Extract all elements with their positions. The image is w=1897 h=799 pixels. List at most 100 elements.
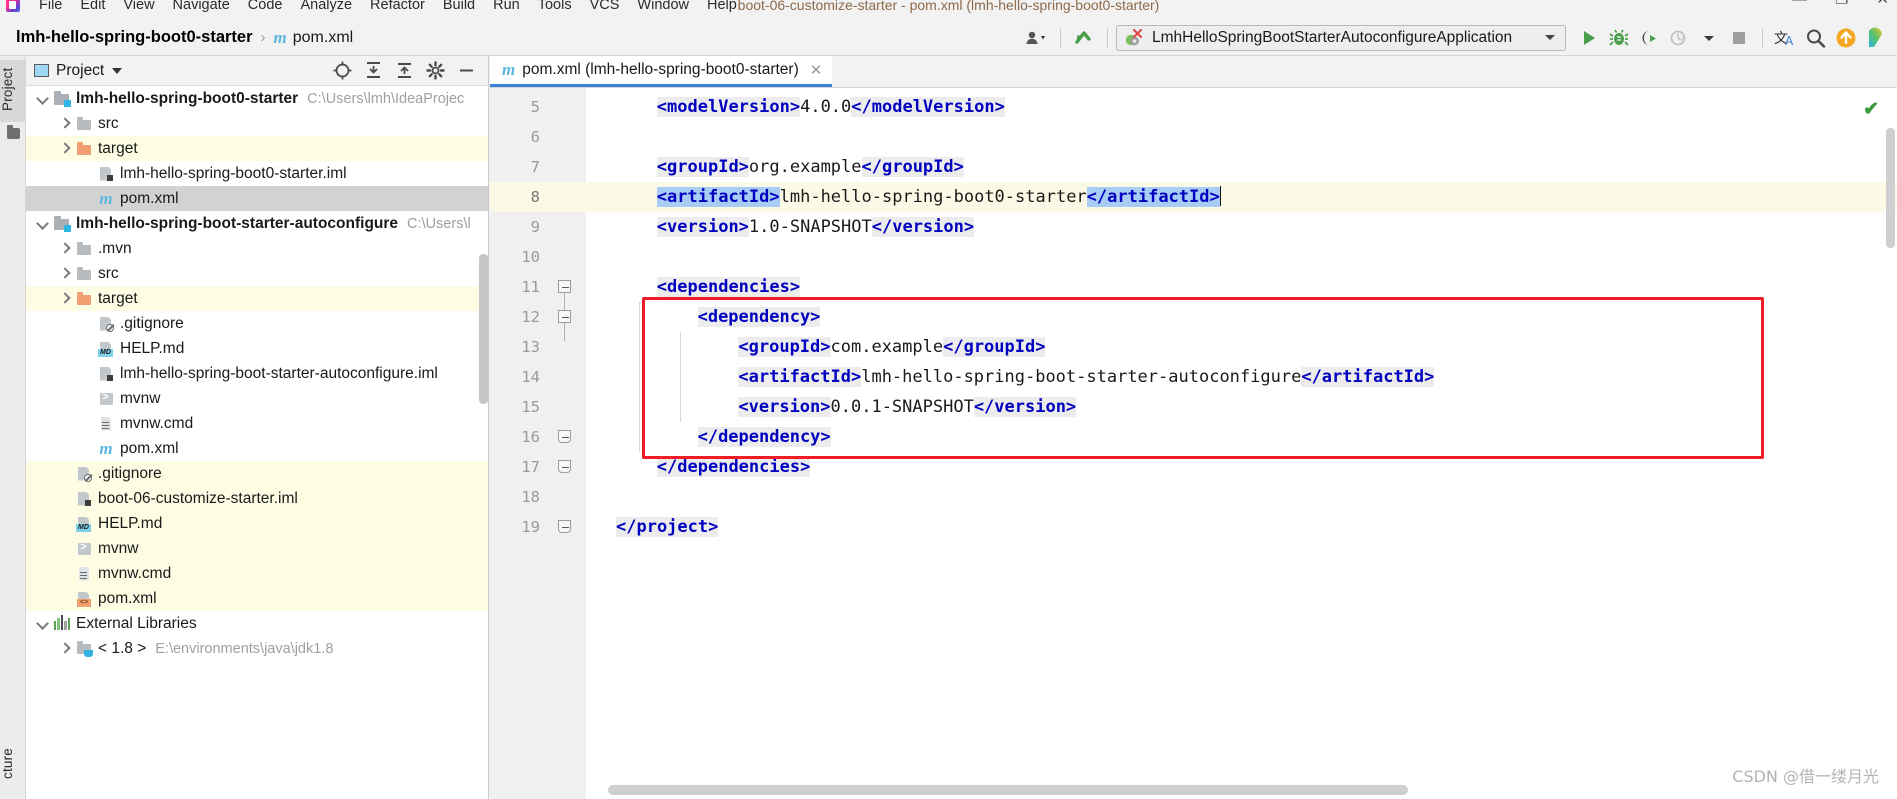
editor-code[interactable]: <modelVersion>4.0.0</modelVersion> <group… bbox=[586, 88, 1897, 799]
tree-item-help-md[interactable]: MD HELP.md bbox=[26, 336, 488, 361]
tree-item-mvnw-cmd[interactable]: mvnw.cmd bbox=[26, 411, 488, 436]
menu-help[interactable]: Help bbox=[698, 0, 746, 17]
breadcrumb[interactable]: lmh-hello-spring-boot0-starter › m pom.x… bbox=[16, 28, 353, 48]
collapse-all-icon[interactable] bbox=[395, 61, 414, 80]
stop-icon[interactable] bbox=[1724, 24, 1754, 52]
chevron-right-icon[interactable] bbox=[58, 242, 71, 255]
tree-item-pom-xml[interactable]: m pom.xml bbox=[26, 186, 488, 211]
project-tree[interactable]: lmh-hello-spring-boot0-starter C:\Users\l… bbox=[26, 86, 488, 799]
code-editor[interactable]: 5 6 7 8 9 10 11 12 13 14 15 16 17 18 19 <modelVersion>… bbox=[490, 88, 1897, 799]
code-fold-end-icon[interactable] bbox=[558, 520, 572, 534]
chevron-right-icon[interactable] bbox=[58, 117, 71, 130]
tree-item--1-8-[interactable]: < 1.8 > E:\environments\java\jdk1.8 bbox=[26, 636, 488, 661]
tree-item--mvn[interactable]: .mvn bbox=[26, 236, 488, 261]
plugin-icon[interactable] bbox=[1861, 24, 1891, 52]
menu-edit[interactable]: Edit bbox=[71, 0, 114, 17]
tree-item-mvnw[interactable]: mvnw bbox=[26, 536, 488, 561]
code-line[interactable] bbox=[586, 122, 1897, 152]
menu-navigate[interactable]: Navigate bbox=[164, 0, 239, 17]
close-icon[interactable]: ✕ bbox=[810, 61, 823, 79]
code-line[interactable] bbox=[586, 242, 1897, 272]
code-line[interactable]: </dependency> bbox=[586, 422, 1897, 452]
editor-scrollbar-vertical[interactable] bbox=[1886, 128, 1895, 248]
menu-build[interactable]: Build bbox=[434, 0, 484, 17]
code-line[interactable]: <groupId>com.example</groupId> bbox=[586, 332, 1897, 362]
tree-item-pom-xml[interactable]: <> pom.xml bbox=[26, 586, 488, 611]
tree-item-external-libraries[interactable]: External Libraries bbox=[26, 611, 488, 636]
code-line[interactable] bbox=[586, 482, 1897, 512]
editor-scrollbar-horizontal[interactable] bbox=[586, 785, 1657, 795]
expand-all-icon[interactable] bbox=[364, 61, 383, 80]
user-dropdown-icon[interactable] bbox=[1022, 24, 1052, 52]
tree-item--gitignore[interactable]: .gitignore bbox=[26, 311, 488, 336]
run-with-coverage-icon[interactable] bbox=[1634, 24, 1664, 52]
chevron-down-icon[interactable] bbox=[36, 617, 49, 630]
code-line[interactable]: <version>1.0-SNAPSHOT</version> bbox=[586, 212, 1897, 242]
scrollbar-thumb[interactable] bbox=[608, 785, 1408, 795]
run-configuration-selector[interactable]: LmhHelloSpringBootStarterAutoconfigureAp… bbox=[1116, 24, 1566, 51]
tree-item-target[interactable]: target bbox=[26, 136, 488, 161]
tree-item-lmh-hello-spring-boot0-starter[interactable]: lmh-hello-spring-boot0-starter C:\Users\l… bbox=[26, 86, 488, 111]
editor-gutter[interactable]: 5 6 7 8 9 10 11 12 13 14 15 16 17 18 19 bbox=[490, 88, 598, 799]
tree-item-lmh-hello-spring-boot0-starter-iml[interactable]: lmh-hello-spring-boot0-starter.iml bbox=[26, 161, 488, 186]
sidebar-tab-project[interactable]: Project bbox=[0, 60, 26, 122]
maximize-button[interactable]: ❐ bbox=[1835, 0, 1848, 8]
menu-tools[interactable]: Tools bbox=[529, 0, 581, 17]
chevron-right-icon[interactable] bbox=[58, 267, 71, 280]
tree-item-src[interactable]: src bbox=[26, 261, 488, 286]
close-button[interactable]: ✕ bbox=[1876, 0, 1889, 8]
code-line[interactable]: </dependencies> bbox=[586, 452, 1897, 482]
upload-icon[interactable] bbox=[1831, 24, 1861, 52]
chevron-down-icon[interactable] bbox=[112, 67, 123, 74]
inspection-status-icon[interactable]: ✔ bbox=[1863, 98, 1879, 121]
tree-item-mvnw[interactable]: mvnw bbox=[26, 386, 488, 411]
project-scrollbar[interactable] bbox=[479, 254, 488, 404]
tree-item-src[interactable]: src bbox=[26, 111, 488, 136]
profile-icon[interactable] bbox=[1664, 24, 1694, 52]
breadcrumb-file[interactable]: pom.xml bbox=[293, 29, 353, 47]
debug-icon[interactable] bbox=[1604, 24, 1634, 52]
tree-item-lmh-hello-spring-boot-starter-autoconfigure-iml[interactable]: lmh-hello-spring-boot-starter-autoconfig… bbox=[26, 361, 488, 386]
menu-refactor[interactable]: Refactor bbox=[361, 0, 434, 17]
tree-item-mvnw-cmd[interactable]: mvnw.cmd bbox=[26, 561, 488, 586]
menu-bar[interactable]: File Edit View Navigate Code Analyze Ref… bbox=[30, 0, 746, 17]
menu-view[interactable]: View bbox=[114, 0, 163, 17]
code-line[interactable]: </project> bbox=[586, 512, 1897, 542]
hide-panel-icon[interactable] bbox=[457, 61, 476, 80]
search-everywhere-icon[interactable] bbox=[1801, 24, 1831, 52]
chevron-right-icon[interactable] bbox=[58, 292, 71, 305]
chevron-down-icon[interactable] bbox=[1545, 35, 1555, 40]
code-fold-start-icon[interactable] bbox=[558, 310, 572, 341]
tab-pom-xml[interactable]: m pom.xml (lmh-hello-spring-boot0-starte… bbox=[490, 56, 833, 87]
chevron-right-icon[interactable] bbox=[58, 142, 71, 155]
folder-icon[interactable] bbox=[7, 125, 20, 139]
menu-analyze[interactable]: Analyze bbox=[291, 0, 361, 17]
chevron-down-icon[interactable] bbox=[36, 217, 49, 230]
chevron-down-icon[interactable] bbox=[36, 92, 49, 105]
code-fold-end-icon[interactable] bbox=[558, 460, 572, 474]
sidebar-tab-structure[interactable]: cture bbox=[0, 728, 26, 798]
code-line[interactable]: <version>0.0.1-SNAPSHOT</version> bbox=[586, 392, 1897, 422]
tree-item-boot-06-customize-starter-iml[interactable]: boot-06-customize-starter.iml bbox=[26, 486, 488, 511]
update-project-icon[interactable] bbox=[1069, 24, 1099, 52]
run-icon[interactable] bbox=[1574, 24, 1604, 52]
minimize-button[interactable]: — bbox=[1792, 0, 1807, 8]
code-line[interactable]: <artifactId>lmh-hello-spring-boot0-start… bbox=[586, 182, 1897, 212]
code-fold-end-icon[interactable] bbox=[558, 430, 572, 444]
locate-file-icon[interactable] bbox=[333, 61, 352, 80]
code-line[interactable]: <artifactId>lmh-hello-spring-boot-starte… bbox=[586, 362, 1897, 392]
tree-item-lmh-hello-spring-boot-starter-autoconfigure[interactable]: lmh-hello-spring-boot-starter-autoconfig… bbox=[26, 211, 488, 236]
chevron-right-icon[interactable] bbox=[58, 642, 71, 655]
code-line[interactable]: <modelVersion>4.0.0</modelVersion> bbox=[586, 92, 1897, 122]
tree-item--gitignore[interactable]: .gitignore bbox=[26, 461, 488, 486]
window-controls[interactable]: — ❐ ✕ bbox=[1792, 0, 1889, 8]
tree-item-help-md[interactable]: MD HELP.md bbox=[26, 511, 488, 536]
translate-icon[interactable]: 文 A bbox=[1771, 24, 1801, 52]
breadcrumb-project[interactable]: lmh-hello-spring-boot0-starter bbox=[16, 28, 253, 47]
menu-file[interactable]: File bbox=[30, 0, 71, 17]
profile-dropdown-icon[interactable] bbox=[1694, 24, 1724, 52]
code-line[interactable]: <dependency> bbox=[586, 302, 1897, 332]
menu-code[interactable]: Code bbox=[239, 0, 292, 17]
code-fold-start-icon[interactable] bbox=[558, 280, 572, 311]
menu-vcs[interactable]: VCS bbox=[581, 0, 629, 17]
